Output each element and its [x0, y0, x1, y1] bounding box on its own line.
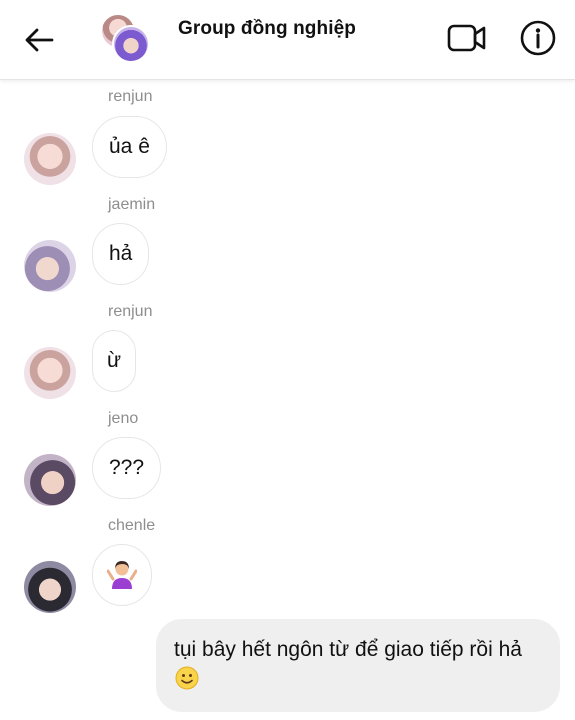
arrow-left-icon	[25, 28, 54, 52]
video-call-button[interactable]	[446, 20, 488, 56]
person-shrugging-emoji	[107, 561, 137, 589]
avatar[interactable]	[24, 240, 76, 292]
sender-name: renjun	[108, 303, 153, 320]
message-bubble[interactable]: ???	[92, 437, 162, 499]
group-title[interactable]: Group đồng nghiệp	[178, 18, 356, 40]
group-member-avatar	[112, 25, 150, 63]
own-message-text: tụi bây hết ngôn từ để giao tiếp rồi hả	[174, 638, 522, 661]
avatar[interactable]	[24, 454, 76, 506]
message-bubble[interactable]: ủa ê	[92, 116, 167, 178]
video-camera-icon	[447, 24, 486, 52]
own-message-bubble[interactable]: tụi bây hết ngôn từ để giao tiếp rồi hả	[156, 619, 560, 712]
sender-name: jeno	[108, 410, 139, 427]
group-avatar[interactable]	[100, 13, 152, 65]
sender-name: chenle	[108, 517, 156, 534]
chat-header: Group đồng nghiệp	[0, 0, 575, 80]
slightly-smiling-face-emoji	[175, 666, 199, 690]
avatar[interactable]	[24, 561, 76, 613]
message-list[interactable]: renjun ủa ê jaemin hả renjun ừ jeno ??? …	[0, 82, 575, 720]
back-button[interactable]	[20, 22, 58, 58]
message-bubble[interactable]	[92, 544, 152, 606]
avatar[interactable]	[24, 133, 76, 185]
info-icon	[520, 20, 556, 56]
message-bubble[interactable]: hả	[92, 223, 150, 285]
avatar[interactable]	[24, 347, 76, 399]
message-bubble[interactable]: ừ	[92, 330, 137, 392]
sender-name: renjun	[108, 88, 153, 105]
sender-name: jaemin	[108, 196, 156, 213]
info-button[interactable]	[518, 18, 558, 58]
